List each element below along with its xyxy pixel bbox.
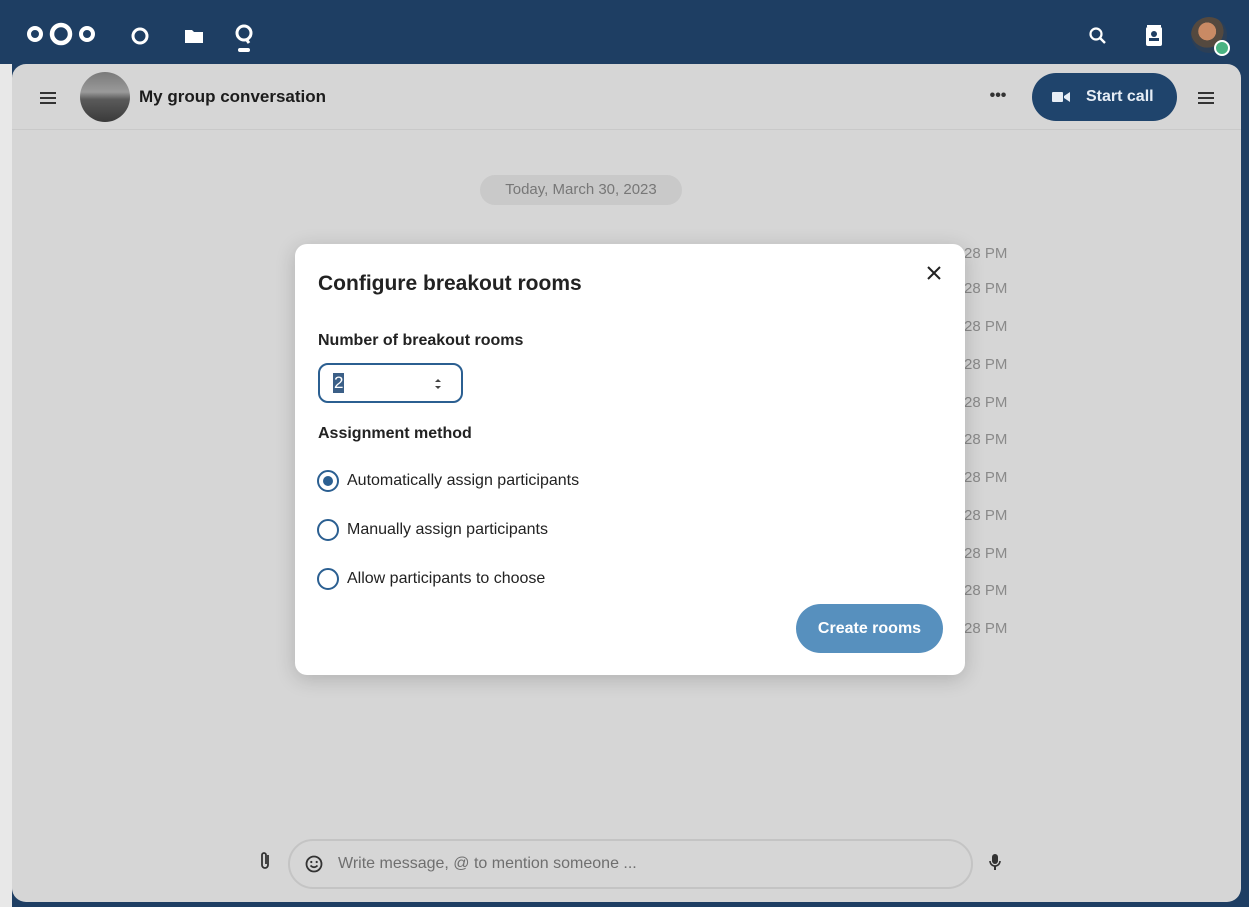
conversation-avatar[interactable]: [80, 72, 130, 122]
create-rooms-button[interactable]: Create rooms: [796, 604, 943, 653]
message-input[interactable]: [338, 851, 938, 877]
radio-option-manual[interactable]: Manually assign participants: [317, 518, 548, 542]
attachment-icon[interactable]: [257, 850, 275, 872]
nextcloud-logo-icon[interactable]: [26, 22, 96, 46]
number-of-rooms-input[interactable]: 2: [318, 363, 463, 403]
message-timestamp: 28 PM: [964, 245, 1008, 262]
video-camera-icon: [1052, 92, 1070, 102]
assignment-method-label: Assignment method: [318, 425, 472, 442]
sidebar-toggle-icon[interactable]: [1196, 88, 1216, 108]
dialog-title: Configure breakout rooms: [318, 272, 582, 295]
radio-option-label: Automatically assign participants: [347, 472, 580, 489]
radio-option-automatic[interactable]: Automatically assign participants: [317, 469, 579, 493]
message-timestamp: 28 PM: [964, 356, 1008, 373]
search-icon[interactable]: [1086, 24, 1110, 48]
user-avatar[interactable]: [1191, 17, 1230, 56]
microphone-icon[interactable]: [987, 851, 1003, 873]
message-timestamp: 28 PM: [964, 280, 1008, 297]
left-navigation-edge: [0, 64, 12, 907]
stepper-arrows-icon[interactable]: [433, 377, 443, 391]
more-options-button[interactable]: •••: [986, 86, 1010, 110]
radio-button[interactable]: [317, 568, 339, 590]
close-icon[interactable]: [923, 262, 945, 284]
radio-option-label: Manually assign participants: [347, 521, 548, 538]
date-separator: Today, March 30, 2023: [480, 175, 682, 205]
message-timestamp: 28 PM: [964, 318, 1008, 335]
top-header: [0, 0, 1249, 64]
message-timestamp: 28 PM: [964, 469, 1008, 486]
start-call-label: Start call: [1086, 88, 1154, 105]
navigation-toggle-icon[interactable]: [38, 88, 58, 108]
message-timestamp: 28 PM: [964, 545, 1008, 562]
number-of-rooms-value[interactable]: 2: [333, 373, 345, 393]
message-timestamp: 28 PM: [964, 620, 1008, 637]
dashboard-icon[interactable]: [128, 24, 152, 48]
message-composer: [288, 839, 973, 889]
talk-icon[interactable]: [232, 22, 256, 54]
contacts-icon[interactable]: [1142, 24, 1166, 48]
breakout-rooms-dialog: Configure breakout rooms Number of break…: [295, 244, 965, 675]
message-timestamp: 28 PM: [964, 431, 1008, 448]
radio-button[interactable]: [317, 470, 339, 492]
files-icon[interactable]: [182, 24, 206, 48]
radio-option-choose[interactable]: Allow participants to choose: [317, 567, 545, 591]
number-of-rooms-label: Number of breakout rooms: [318, 332, 524, 349]
conversation-header: My group conversation ••• Start call: [12, 64, 1241, 130]
message-timestamp: 28 PM: [964, 507, 1008, 524]
message-timestamp: 28 PM: [964, 394, 1008, 411]
message-timestamp: 28 PM: [964, 582, 1008, 599]
radio-option-label: Allow participants to choose: [347, 570, 546, 587]
emoji-icon[interactable]: [304, 854, 324, 874]
start-call-button[interactable]: Start call: [1032, 73, 1177, 121]
radio-button[interactable]: [317, 519, 339, 541]
online-status-indicator: [1214, 40, 1230, 56]
conversation-title[interactable]: My group conversation: [139, 87, 326, 107]
